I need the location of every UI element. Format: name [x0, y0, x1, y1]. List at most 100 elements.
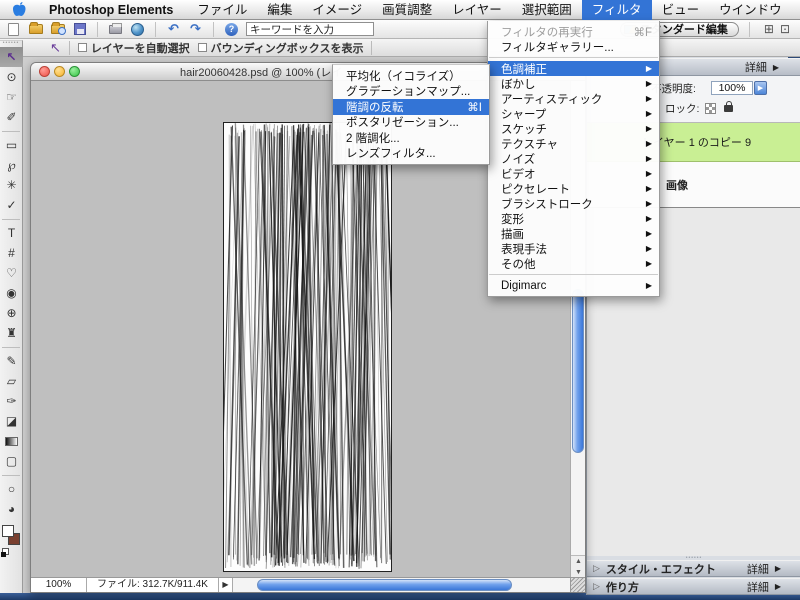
how-to-label: 作り方 — [606, 579, 639, 595]
blur-tool[interactable]: ○ — [0, 479, 23, 499]
undo-button[interactable]: ↶ — [166, 22, 181, 36]
menu-item-sharpen[interactable]: シャープ ▶ — [488, 106, 659, 121]
marquee-tool[interactable]: ▭ — [0, 135, 23, 155]
tool-options-bar: ↖ レイヤーを自動選択 バウンディングボックスを表示 — [0, 39, 800, 57]
minimize-window-button[interactable] — [54, 66, 65, 77]
opacity-slider-button[interactable]: ▶ — [754, 81, 767, 95]
menubar-select[interactable]: 選択範囲 — [512, 0, 582, 20]
shape-tool[interactable]: ▢ — [0, 451, 23, 471]
move-tool-option-icon[interactable]: ↖ — [50, 40, 61, 56]
keyword-search-input[interactable] — [246, 22, 374, 36]
menu-item-adjustments[interactable]: 色調補正 ▶ — [488, 61, 659, 76]
menu-item-artistic[interactable]: アーティスティック ▶ — [488, 91, 659, 106]
selection-brush-tool[interactable]: ✓ — [0, 195, 23, 215]
lasso-tool[interactable]: ℘ — [0, 155, 23, 175]
horizontal-scrollbar-thumb[interactable] — [257, 579, 512, 591]
clone-stamp-tool[interactable]: ♜ — [0, 323, 23, 343]
gradient-tool[interactable] — [0, 431, 23, 451]
cascade-windows-icon[interactable]: ⊡ — [780, 22, 790, 36]
menu-item-blur[interactable]: ぼかし ▶ — [488, 76, 659, 91]
help-button[interactable]: ? — [224, 22, 239, 36]
horizontal-scrollbar[interactable] — [233, 578, 585, 592]
new-file-button[interactable] — [6, 22, 21, 36]
cookie-cutter-tool[interactable]: ♡ — [0, 263, 23, 283]
move-tool[interactable]: ↖ — [0, 47, 23, 67]
tool-separator — [2, 343, 20, 348]
menubar-edit[interactable]: 編集 — [257, 0, 302, 20]
red-eye-removal-tool[interactable]: ◉ — [0, 283, 23, 303]
status-options-arrow[interactable]: ▶ — [219, 578, 233, 592]
open-file-button[interactable] — [28, 22, 43, 36]
menubar-window[interactable]: ウインドウ — [709, 0, 792, 20]
type-tool[interactable]: T — [0, 223, 23, 243]
menu-item-posterize[interactable]: ポスタリゼーション... — [333, 115, 489, 131]
share-online-button[interactable] — [130, 22, 145, 36]
magic-wand-tool[interactable]: ✳ — [0, 175, 23, 195]
styles-effects-palette-bar[interactable]: ▷ スタイル・エフェクト 詳細 ▶ — [587, 560, 800, 577]
print-button[interactable] — [108, 22, 123, 36]
disclosure-triangle-icon[interactable]: ▷ — [593, 563, 600, 574]
menubar-layer[interactable]: レイヤー — [442, 0, 512, 20]
menu-item-filter-gallery[interactable]: フィルタギャラリー... — [488, 39, 659, 54]
menu-item-sketch[interactable]: スケッチ ▶ — [488, 121, 659, 136]
disclosure-triangle-icon[interactable]: ▷ — [593, 581, 600, 592]
vertical-scrollbar-thumb[interactable] — [572, 289, 584, 453]
menu-item-noise[interactable]: ノイズ ▶ — [488, 151, 659, 166]
lock-transparency-icon[interactable] — [705, 103, 716, 114]
brush-tool[interactable]: ✑ — [0, 391, 23, 411]
zoom-tool[interactable]: ⊙ — [0, 67, 23, 87]
redo-button[interactable]: ↷ — [188, 22, 203, 36]
close-window-button[interactable] — [39, 66, 50, 77]
menu-item-stylize[interactable]: 表現手法 ▶ — [488, 241, 659, 256]
foreground-color-swatch[interactable] — [2, 525, 14, 537]
scroll-up-button[interactable]: ▲ — [571, 556, 585, 567]
how-to-palette-bar[interactable]: ▷ 作り方 詳細 ▶ — [587, 578, 800, 595]
styles-effects-label: スタイル・エフェクト — [606, 561, 716, 577]
save-button[interactable] — [72, 22, 87, 36]
menubar-help[interactable]: ヘルプ — [792, 0, 800, 20]
menu-item-digimarc[interactable]: Digimarc ▶ — [488, 278, 659, 293]
menubar-photoshop-elements[interactable]: Photoshop Elements — [39, 0, 187, 20]
menu-item-pixelate[interactable]: ピクセレート ▶ — [488, 181, 659, 196]
window-resize-grip[interactable] — [570, 577, 585, 592]
healing-brush-tool[interactable]: ⊕ — [0, 303, 23, 323]
menu-item-distort[interactable]: 変形 ▶ — [488, 211, 659, 226]
lock-all-icon[interactable] — [724, 105, 733, 112]
paint-bucket-tool[interactable]: ◪ — [0, 411, 23, 431]
crop-tool[interactable]: # — [0, 243, 23, 263]
eraser-tool[interactable]: ▱ — [0, 371, 23, 391]
menu-item-other[interactable]: その他 ▶ — [488, 256, 659, 271]
tool-separator — [2, 127, 20, 132]
sponge-tool[interactable]: ◕ — [0, 499, 23, 519]
menubar-filter[interactable]: フィルタ — [582, 0, 652, 20]
show-bounding-box-checkbox[interactable]: バウンディングボックスを表示 — [198, 40, 364, 56]
menu-item-texture[interactable]: テクスチャ ▶ — [488, 136, 659, 151]
zoom-window-button[interactable] — [69, 66, 80, 77]
default-colors-icon[interactable] — [2, 548, 9, 555]
auto-select-layer-checkbox[interactable]: レイヤーを自動選択 — [78, 40, 190, 56]
menu-item-photo-filter[interactable]: レンズフィルタ... — [333, 146, 489, 162]
menubar-file[interactable]: ファイル — [187, 0, 257, 20]
tile-windows-icon[interactable]: ⊞ — [764, 22, 774, 36]
menu-item-gradient-map[interactable]: グラデーションマップ... — [333, 84, 489, 100]
opacity-field[interactable]: 100% — [711, 81, 753, 95]
menu-item-render[interactable]: 描画 ▶ — [488, 226, 659, 241]
menu-item-equalize[interactable]: 平均化（イコライズ） — [333, 68, 489, 84]
menubar-image[interactable]: イメージ — [302, 0, 372, 20]
zoom-level-field[interactable]: 100% — [31, 578, 87, 592]
menu-item-video[interactable]: ビデオ ▶ — [488, 166, 659, 181]
menu-item-threshold[interactable]: 2 階調化... — [333, 130, 489, 146]
menubar-view[interactable]: ビュー — [652, 0, 710, 20]
redo-icon: ↷ — [190, 21, 201, 37]
pencil-tool[interactable]: ✎ — [0, 351, 23, 371]
hand-tool[interactable]: ☞ — [0, 87, 23, 107]
submenu-arrow-icon: ▶ — [646, 229, 652, 238]
eyedropper-tool[interactable]: ✐ — [0, 107, 23, 127]
apple-icon — [13, 2, 26, 17]
menu-item-brush-strokes[interactable]: ブラシストローク ▶ — [488, 196, 659, 211]
hair-image-canvas[interactable] — [223, 122, 392, 572]
file-browser-button[interactable] — [50, 22, 65, 36]
apple-menu[interactable] — [0, 2, 39, 17]
menu-item-invert[interactable]: 階調の反転 ⌘I — [333, 99, 489, 115]
menubar-enhance[interactable]: 画質調整 — [372, 0, 442, 20]
